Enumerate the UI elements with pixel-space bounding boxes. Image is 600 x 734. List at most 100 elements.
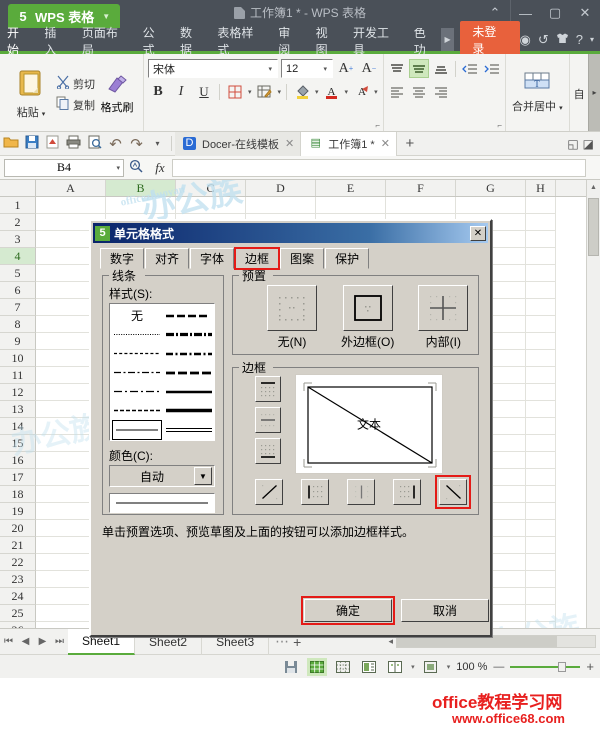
export-pdf-icon[interactable]: [42, 135, 63, 152]
cell-H2[interactable]: [526, 214, 556, 231]
line-style-dash-dot-medium[interactable]: [164, 344, 214, 363]
border-left-button[interactable]: [301, 479, 329, 505]
font-dialog-launcher[interactable]: ⌐: [375, 121, 380, 130]
search-icon[interactable]: [124, 159, 148, 176]
paste-button[interactable]: 粘贴 ▾: [8, 57, 54, 131]
vertical-scroll-thumb[interactable]: [588, 198, 599, 256]
next-sheet-icon[interactable]: ▶: [34, 636, 51, 647]
maximize-button[interactable]: ▢: [540, 0, 570, 26]
chevron-down-icon[interactable]: ▾: [248, 88, 252, 96]
help-icon[interactable]: ?: [576, 32, 583, 47]
increase-font-size-button[interactable]: A +: [336, 59, 356, 78]
cell-H16[interactable]: [526, 452, 556, 469]
cell-H26[interactable]: [526, 622, 556, 628]
tab-number[interactable]: 数字: [100, 248, 145, 269]
menu-item-data[interactable]: 数据: [173, 26, 210, 57]
row-header-2[interactable]: 2: [0, 214, 36, 231]
chevron-down-icon[interactable]: ▾: [447, 663, 451, 671]
formula-input[interactable]: [172, 158, 586, 177]
line-style-dashed-small[interactable]: [112, 401, 162, 420]
full-screen-icon[interactable]: [421, 658, 441, 676]
row-header-7[interactable]: 7: [0, 299, 36, 316]
cell-H6[interactable]: [526, 282, 556, 299]
save-status-icon[interactable]: [281, 658, 301, 676]
cell-H8[interactable]: [526, 316, 556, 333]
cell-style-button[interactable]: [255, 82, 275, 101]
underline-button[interactable]: U: [194, 82, 214, 101]
cell-G1[interactable]: [456, 197, 526, 214]
row-header-8[interactable]: 8: [0, 316, 36, 333]
cell-H4[interactable]: [526, 248, 556, 265]
column-header-B[interactable]: B: [106, 180, 176, 196]
italic-button[interactable]: I: [171, 82, 191, 101]
line-style-solid-medium[interactable]: [164, 382, 214, 401]
print-preview-icon[interactable]: [84, 135, 105, 152]
line-style-none[interactable]: 无: [112, 306, 162, 325]
chevron-down-icon[interactable]: ▼: [102, 12, 110, 21]
vertical-scrollbar[interactable]: ▲: [586, 180, 600, 628]
menu-item-dev-tools[interactable]: 开发工具: [346, 26, 407, 57]
menu-item-page-layout[interactable]: 页面布局: [75, 26, 136, 57]
row-header-19[interactable]: 19: [0, 503, 36, 520]
column-header-G[interactable]: G: [456, 180, 526, 196]
font-size-combo[interactable]: 12 ▾: [281, 59, 333, 78]
cell-H5[interactable]: [526, 265, 556, 282]
page-layout-view-icon[interactable]: [333, 658, 353, 676]
line-style-dash-dot-fine[interactable]: [112, 382, 162, 401]
history-icon[interactable]: ↺: [538, 32, 549, 48]
cell-H20[interactable]: [526, 520, 556, 537]
row-header-26[interactable]: 26: [0, 622, 36, 628]
row-header-13[interactable]: 13: [0, 401, 36, 418]
row-header-21[interactable]: 21: [0, 537, 36, 554]
column-header-C[interactable]: C: [176, 180, 246, 196]
line-style-dash-dot-long[interactable]: [112, 363, 162, 382]
redo-icon[interactable]: ↷: [126, 135, 147, 153]
menu-overflow-icon[interactable]: ▶: [440, 28, 455, 51]
line-style-dotted[interactable]: [112, 325, 162, 344]
border-diagonal-down-button[interactable]: [435, 475, 471, 509]
tab-menu-icon[interactable]: ◪: [583, 137, 594, 151]
alignment-dialog-launcher[interactable]: ⌐: [497, 121, 502, 130]
recent-files-icon[interactable]: ◱: [567, 137, 578, 151]
ok-button[interactable]: 确定: [301, 596, 395, 625]
row-header-11[interactable]: 11: [0, 367, 36, 384]
border-diagonal-up-button[interactable]: [255, 479, 283, 505]
cell-H24[interactable]: [526, 588, 556, 605]
cell-H21[interactable]: [526, 537, 556, 554]
print-icon[interactable]: [63, 135, 84, 152]
border-top-button[interactable]: [255, 376, 281, 402]
cell-H17[interactable]: [526, 469, 556, 486]
close-button[interactable]: ✕: [570, 0, 600, 26]
zoom-slider-knob[interactable]: [558, 661, 567, 672]
horizontal-scroll-thumb[interactable]: [397, 636, 557, 647]
globe-icon[interactable]: ◉: [520, 32, 531, 48]
row-header-25[interactable]: 25: [0, 605, 36, 622]
cell-H23[interactable]: [526, 571, 556, 588]
cell-H9[interactable]: [526, 333, 556, 350]
skin-icon[interactable]: [556, 32, 569, 47]
open-icon[interactable]: [0, 135, 21, 152]
page-break-view-icon[interactable]: [359, 658, 379, 676]
row-header-10[interactable]: 10: [0, 350, 36, 367]
line-style-dashed-bold[interactable]: [164, 363, 214, 382]
row-header-4[interactable]: 4: [0, 248, 36, 265]
undo-icon[interactable]: ↶: [105, 135, 126, 153]
row-header-15[interactable]: 15: [0, 435, 36, 452]
cell-D1[interactable]: [246, 197, 316, 214]
row-header-12[interactable]: 12: [0, 384, 36, 401]
border-right-button[interactable]: [393, 479, 421, 505]
row-header-1[interactable]: 1: [0, 197, 36, 214]
normal-view-icon[interactable]: [307, 657, 328, 676]
font-family-combo[interactable]: 宋体 ▾: [148, 59, 278, 78]
borders-button[interactable]: [225, 82, 245, 101]
zoom-slider[interactable]: [510, 661, 581, 672]
preset-none-button[interactable]: 无(N): [267, 285, 317, 350]
chevron-down-icon[interactable]: ▾: [116, 164, 120, 172]
fill-color-button[interactable]: [292, 82, 312, 101]
border-middle-vertical-button[interactable]: [347, 479, 375, 505]
merge-center-button[interactable]: T 合并居中 ▾: [512, 71, 563, 114]
align-top-button[interactable]: [387, 59, 407, 78]
close-icon[interactable]: ✕: [285, 137, 294, 150]
cell-H22[interactable]: [526, 554, 556, 571]
save-icon[interactable]: [21, 135, 42, 152]
